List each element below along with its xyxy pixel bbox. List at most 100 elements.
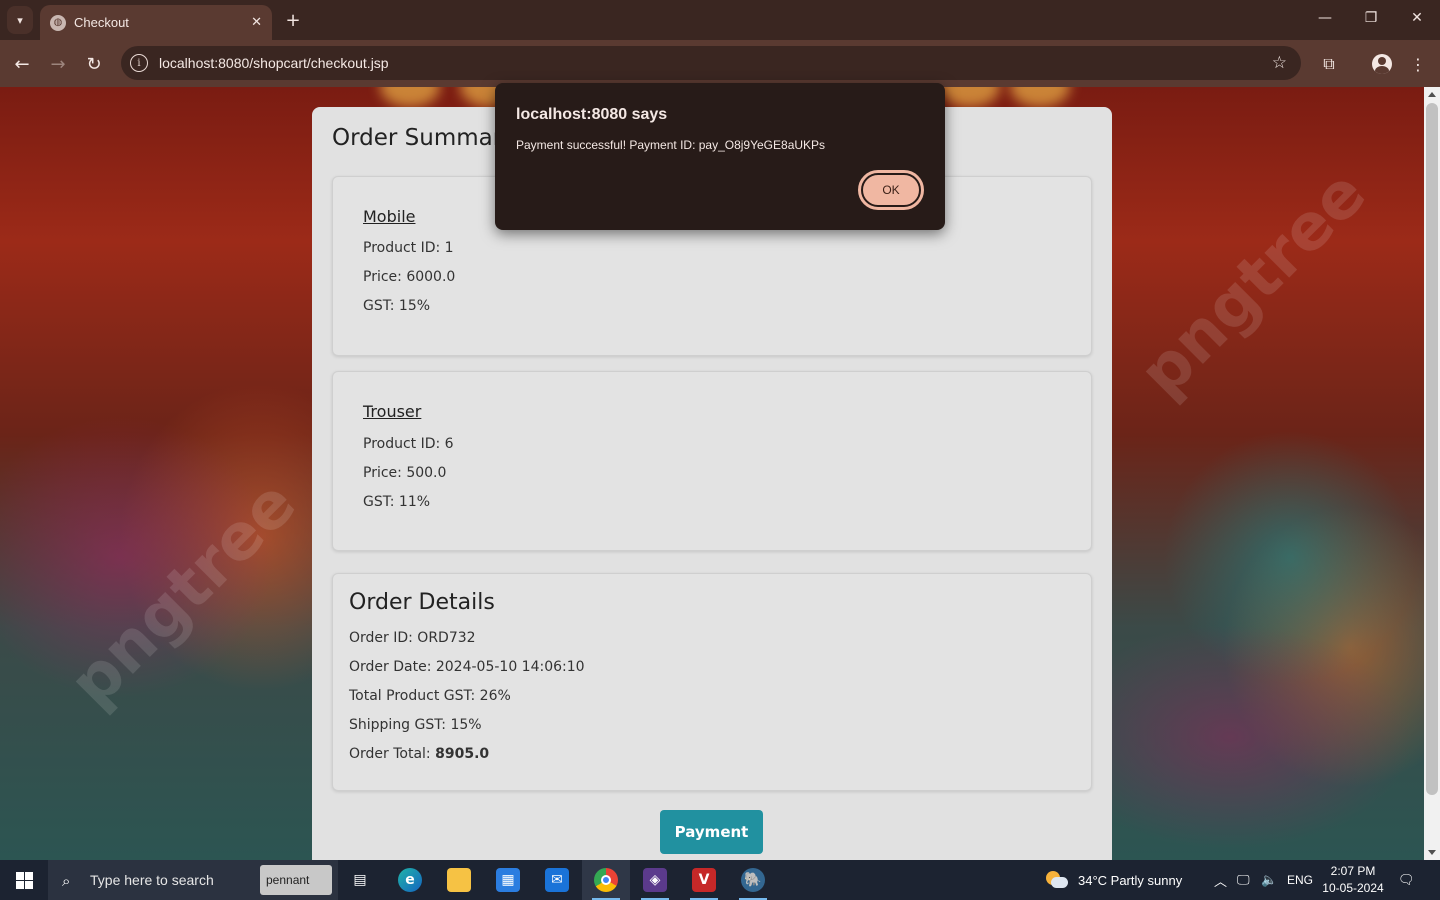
folder-icon	[447, 868, 471, 892]
product-gst: GST: 11%	[363, 494, 431, 510]
taskbar-chrome[interactable]	[582, 860, 630, 900]
elephant-icon: 🐘	[741, 868, 765, 892]
search-highlight-badge[interactable]: pennant	[260, 865, 332, 895]
bookmark-star-icon[interactable]: ☆	[1272, 53, 1287, 73]
site-info-icon[interactable]: i	[130, 54, 148, 72]
browser-tab-bar: ▾ ◍ Checkout ✕ + — ❐ ✕	[0, 0, 1440, 40]
tab-title: Checkout	[74, 15, 129, 30]
page-scrollbar[interactable]	[1424, 87, 1440, 860]
url-text[interactable]: localhost:8080/shopcart/checkout.jsp	[159, 55, 1272, 71]
scrollbar-thumb[interactable]	[1426, 103, 1438, 795]
tab-search-button[interactable]: ▾	[7, 6, 33, 34]
taskbar-mail[interactable]: ✉	[533, 860, 581, 900]
product-name: Trouser	[363, 402, 422, 421]
total-product-gst: Total Product GST: 26%	[349, 688, 511, 704]
browser-toolbar: ← → ↻ i localhost:8080/shopcart/checkout…	[0, 40, 1440, 87]
ok-button[interactable]: OK	[858, 170, 924, 210]
forward-button[interactable]: →	[46, 52, 70, 76]
arrow-right-icon: →	[50, 53, 66, 75]
dialog-title: localhost:8080 says	[516, 106, 668, 123]
clock-date: 10-05-2024	[1322, 881, 1384, 895]
order-total: Order Total: 8905.0	[349, 746, 489, 762]
taskbar-store[interactable]: ▦	[484, 860, 532, 900]
speaker-muted-icon: 🔈	[1261, 872, 1278, 887]
order-details-card: Order Details Order ID: ORD732 Order Dat…	[332, 573, 1092, 791]
chevron-down-icon: ▾	[17, 13, 23, 27]
windows-logo-icon	[15, 871, 33, 889]
taskbar-postgresql[interactable]: 🐘	[729, 860, 777, 900]
app-icon: V	[692, 868, 716, 892]
address-bar[interactable]: i localhost:8080/shopcart/checkout.jsp ☆	[121, 46, 1301, 80]
app-icon: ◈	[643, 868, 667, 892]
taskbar-app[interactable]: ◈	[631, 860, 679, 900]
back-button[interactable]: ←	[10, 52, 34, 76]
browser-tab-checkout[interactable]: ◍ Checkout ✕	[40, 5, 272, 40]
search-icon: ⌕	[62, 872, 71, 890]
globe-icon: ◍	[50, 14, 66, 31]
order-total-label: Order Total:	[349, 746, 436, 762]
notifications-button[interactable]: 🗨	[1398, 860, 1415, 900]
close-window-button[interactable]: ✕	[1405, 10, 1429, 26]
task-view-button[interactable]: ▤	[336, 860, 384, 900]
scroll-down-arrow-icon[interactable]	[1428, 850, 1436, 855]
start-button[interactable]	[0, 860, 48, 900]
minimize-icon: —	[1318, 10, 1332, 26]
taskbar-search[interactable]: ⌕ Type here to search pennant	[48, 860, 338, 900]
network-button[interactable]: 🖵	[1237, 860, 1250, 900]
product-id: Product ID: 1	[363, 240, 454, 256]
plus-icon: +	[285, 9, 301, 31]
mail-icon: ✉	[545, 868, 569, 892]
puzzle-icon: ⧉	[1323, 54, 1335, 73]
volume-button[interactable]: 🔈	[1261, 860, 1277, 900]
store-icon: ▦	[496, 868, 520, 892]
order-date: Order Date: 2024-05-10 14:06:10	[349, 659, 585, 675]
restore-icon: ❐	[1364, 10, 1378, 26]
notification-icon: 🗨	[1398, 872, 1415, 887]
background-watermark: pngtree	[1125, 156, 1381, 412]
background-light	[1010, 87, 1070, 107]
weather-text: 34°C Partly sunny	[1078, 872, 1183, 888]
reload-button[interactable]: ↻	[82, 52, 106, 76]
background-watermark: pngtree	[55, 466, 311, 722]
tray-overflow-button[interactable]: ︿	[1214, 860, 1227, 900]
taskbar-app[interactable]: V	[680, 860, 728, 900]
restore-button[interactable]: ❐	[1359, 10, 1383, 26]
close-tab-icon[interactable]: ✕	[251, 15, 262, 30]
product-id: Product ID: 6	[363, 436, 454, 452]
taskbar-edge[interactable]: e	[386, 860, 434, 900]
browser-menu-button[interactable]: ⋮	[1405, 51, 1431, 77]
taskbar-clock[interactable]: 2:07 PM 10-05-2024	[1318, 863, 1388, 897]
taskbar-file-explorer[interactable]	[435, 860, 483, 900]
network-icon: 🖵	[1237, 872, 1250, 887]
arrow-left-icon: ←	[14, 53, 30, 75]
profile-button[interactable]	[1369, 51, 1395, 77]
minimize-button[interactable]: —	[1313, 10, 1337, 26]
new-tab-button[interactable]: +	[282, 9, 304, 31]
weather-widget[interactable]: 34°C Partly sunny	[1046, 860, 1182, 900]
product-name: Mobile	[363, 207, 416, 226]
shipping-gst: Shipping GST: 15%	[349, 717, 482, 733]
avatar-icon	[1372, 54, 1392, 74]
search-placeholder: Type here to search	[90, 872, 214, 888]
dialog-message: Payment successful! Payment ID: pay_O8j9…	[516, 138, 826, 152]
kebab-menu-icon: ⋮	[1410, 54, 1426, 74]
partly-sunny-icon	[1046, 871, 1068, 889]
product-gst: GST: 15%	[363, 298, 431, 314]
chevron-up-icon: ︿	[1214, 873, 1228, 889]
background-light	[940, 87, 1000, 107]
language-indicator[interactable]: ENG	[1287, 860, 1313, 900]
scroll-up-arrow-icon[interactable]	[1428, 92, 1436, 97]
extensions-button[interactable]: ⧉	[1316, 51, 1342, 77]
order-details-title: Order Details	[349, 590, 495, 615]
product-price: Price: 500.0	[363, 465, 447, 481]
order-id: Order ID: ORD732	[349, 630, 476, 646]
windows-taskbar: ⌕ Type here to search pennant ▤ e ▦ ✉ ◈ …	[0, 860, 1440, 900]
clock-time: 2:07 PM	[1330, 864, 1376, 878]
payment-button[interactable]: Payment	[660, 810, 763, 854]
close-icon: ✕	[1411, 10, 1423, 26]
background-light	[380, 87, 440, 107]
alert-dialog: localhost:8080 says Payment successful! …	[495, 83, 945, 230]
chrome-icon	[594, 868, 618, 892]
page-title: Order Summary	[332, 125, 516, 151]
product-card: Trouser Product ID: 6 Price: 500.0 GST: …	[332, 371, 1092, 551]
